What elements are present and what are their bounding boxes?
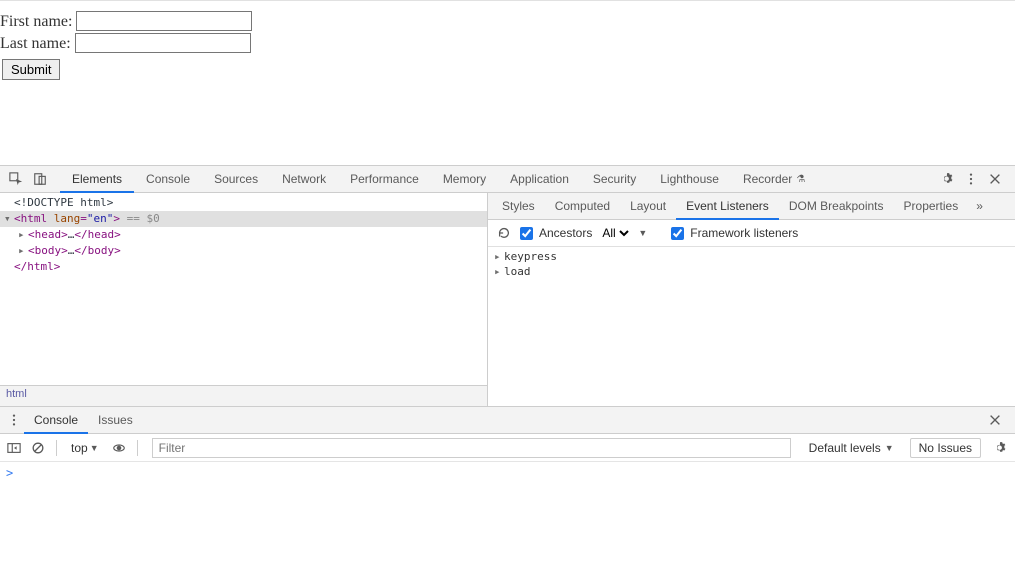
console-filter-input[interactable] [152,438,791,458]
recorder-beta-icon: ⚗ [796,166,805,193]
dom-html-close[interactable]: </html> [0,259,487,275]
tab-recorder[interactable]: Recorder ⚗ [731,166,817,193]
console-settings-icon[interactable] [989,436,1011,460]
refresh-icon[interactable] [494,221,514,245]
tab-recorder-label: Recorder [743,166,792,193]
listener-scope-select[interactable]: All [598,225,632,241]
sidebar-tab-styles[interactable]: Styles [492,193,545,220]
elements-panel: <!DOCTYPE html> ▾<html lang="en"> == $0 … [0,193,488,406]
tab-memory[interactable]: Memory [431,166,498,193]
event-listeners-toolbar: Ancestors All ▼ Framework listeners [488,220,1015,247]
log-levels-label: Default levels [809,441,881,455]
separator [56,440,57,456]
last-name-label: Last name: [0,35,71,53]
submit-button[interactable]: Submit [2,59,60,80]
drawer-tab-issues[interactable]: Issues [88,407,143,434]
live-expression-icon[interactable] [109,436,129,460]
last-name-row: Last name: [0,33,1015,53]
first-name-label: First name: [0,13,72,31]
console-tabs: Console Issues [0,407,1015,434]
console-sidebar-toggle-icon[interactable] [4,436,24,460]
sidebar-tab-properties[interactable]: Properties [894,193,969,220]
inspect-element-icon[interactable] [4,167,28,191]
first-name-input[interactable] [76,11,252,31]
settings-icon[interactable] [935,167,959,191]
sidebar-tab-dom-breakpoints[interactable]: DOM Breakpoints [779,193,894,220]
chevron-down-icon: ▼ [638,228,647,238]
console-body[interactable]: > [0,462,1015,584]
sidebar-tabs: Styles Computed Layout Event Listeners D… [488,193,1015,220]
devtools-panel: Elements Console Sources Network Perform… [0,165,1015,584]
close-drawer-icon[interactable] [983,408,1007,432]
dom-head-element[interactable]: ▸<head>…</head> [0,227,487,243]
tab-sources[interactable]: Sources [202,166,270,193]
ancestors-label: Ancestors [539,226,592,240]
ancestors-checkbox[interactable] [520,227,533,240]
chevron-down-icon: ▼ [90,443,99,453]
page-viewport: First name: Last name: Submit [0,0,1015,165]
event-listeners-list: ▸keypress ▸load [488,247,1015,406]
dom-doctype[interactable]: <!DOCTYPE html> [0,195,487,211]
sidebar-more-tabs-icon[interactable]: » [968,199,991,213]
breadcrumb-bar[interactable]: html [0,385,487,406]
more-options-icon[interactable] [959,167,983,191]
drawer-tab-console[interactable]: Console [24,407,88,434]
devtools-tabs: Elements Console Sources Network Perform… [60,166,817,192]
devtools-header: Elements Console Sources Network Perform… [0,166,1015,193]
tab-security[interactable]: Security [581,166,648,193]
clear-console-icon[interactable] [28,436,48,460]
first-name-row: First name: [0,11,1015,31]
tab-console[interactable]: Console [134,166,202,193]
close-devtools-icon[interactable] [983,167,1007,191]
event-load[interactable]: ▸load [488,264,1015,279]
console-drawer: Console Issues top ▼ [0,406,1015,584]
separator [137,440,138,456]
dom-html-element[interactable]: ▾<html lang="en"> == $0 [0,211,487,227]
execution-context-selector[interactable]: top ▼ [65,441,105,455]
elements-sidebar: Styles Computed Layout Event Listeners D… [488,193,1015,406]
log-levels-selector[interactable]: Default levels ▼ [801,439,902,457]
tab-lighthouse[interactable]: Lighthouse [648,166,731,193]
tab-elements[interactable]: Elements [60,166,134,193]
dom-body-element[interactable]: ▸<body>…</body> [0,243,487,259]
breadcrumb-html[interactable]: html [6,388,27,400]
issues-button[interactable]: No Issues [910,438,981,458]
tab-network[interactable]: Network [270,166,338,193]
sidebar-tab-event-listeners[interactable]: Event Listeners [676,193,779,220]
tab-application[interactable]: Application [498,166,581,193]
dom-tree[interactable]: <!DOCTYPE html> ▾<html lang="en"> == $0 … [0,193,487,385]
sidebar-tab-computed[interactable]: Computed [545,193,620,220]
device-toolbar-icon[interactable] [28,167,52,191]
console-prompt: > [6,466,13,480]
drawer-more-icon[interactable] [4,408,24,432]
devtools-main: <!DOCTYPE html> ▾<html lang="en"> == $0 … [0,193,1015,406]
event-keypress[interactable]: ▸keypress [488,249,1015,264]
framework-listeners-checkbox[interactable] [671,227,684,240]
console-toolbar: top ▼ Default levels ▼ No Issues [0,434,1015,462]
chevron-down-icon: ▼ [885,443,894,453]
context-label: top [71,441,88,455]
framework-listeners-label: Framework listeners [690,226,798,240]
last-name-input[interactable] [75,33,251,53]
tab-performance[interactable]: Performance [338,166,431,193]
sidebar-tab-layout[interactable]: Layout [620,193,676,220]
